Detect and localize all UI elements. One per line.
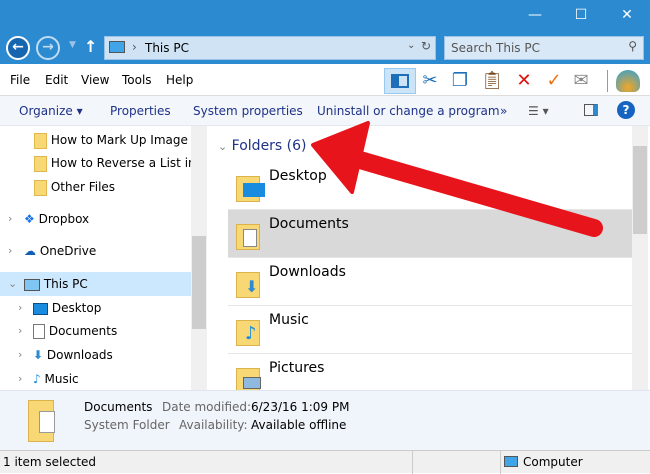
status-bar: 1 item selected Computer	[0, 450, 650, 474]
selection-count: 1 item selected	[3, 455, 97, 469]
computer-icon	[504, 456, 518, 467]
zone-label: Computer	[523, 455, 583, 469]
availability-label: Availability:	[179, 418, 248, 432]
details-pane: Documents System Folder Date modified: 6…	[0, 390, 650, 450]
documents-folder-icon	[28, 400, 55, 442]
date-modified-value: 6/23/16 1:09 PM	[251, 400, 350, 414]
availability-value: Available offline	[251, 418, 347, 432]
date-modified-label: Date modified:	[162, 400, 252, 414]
details-name: Documents	[84, 400, 153, 414]
details-type: System Folder	[84, 418, 170, 432]
